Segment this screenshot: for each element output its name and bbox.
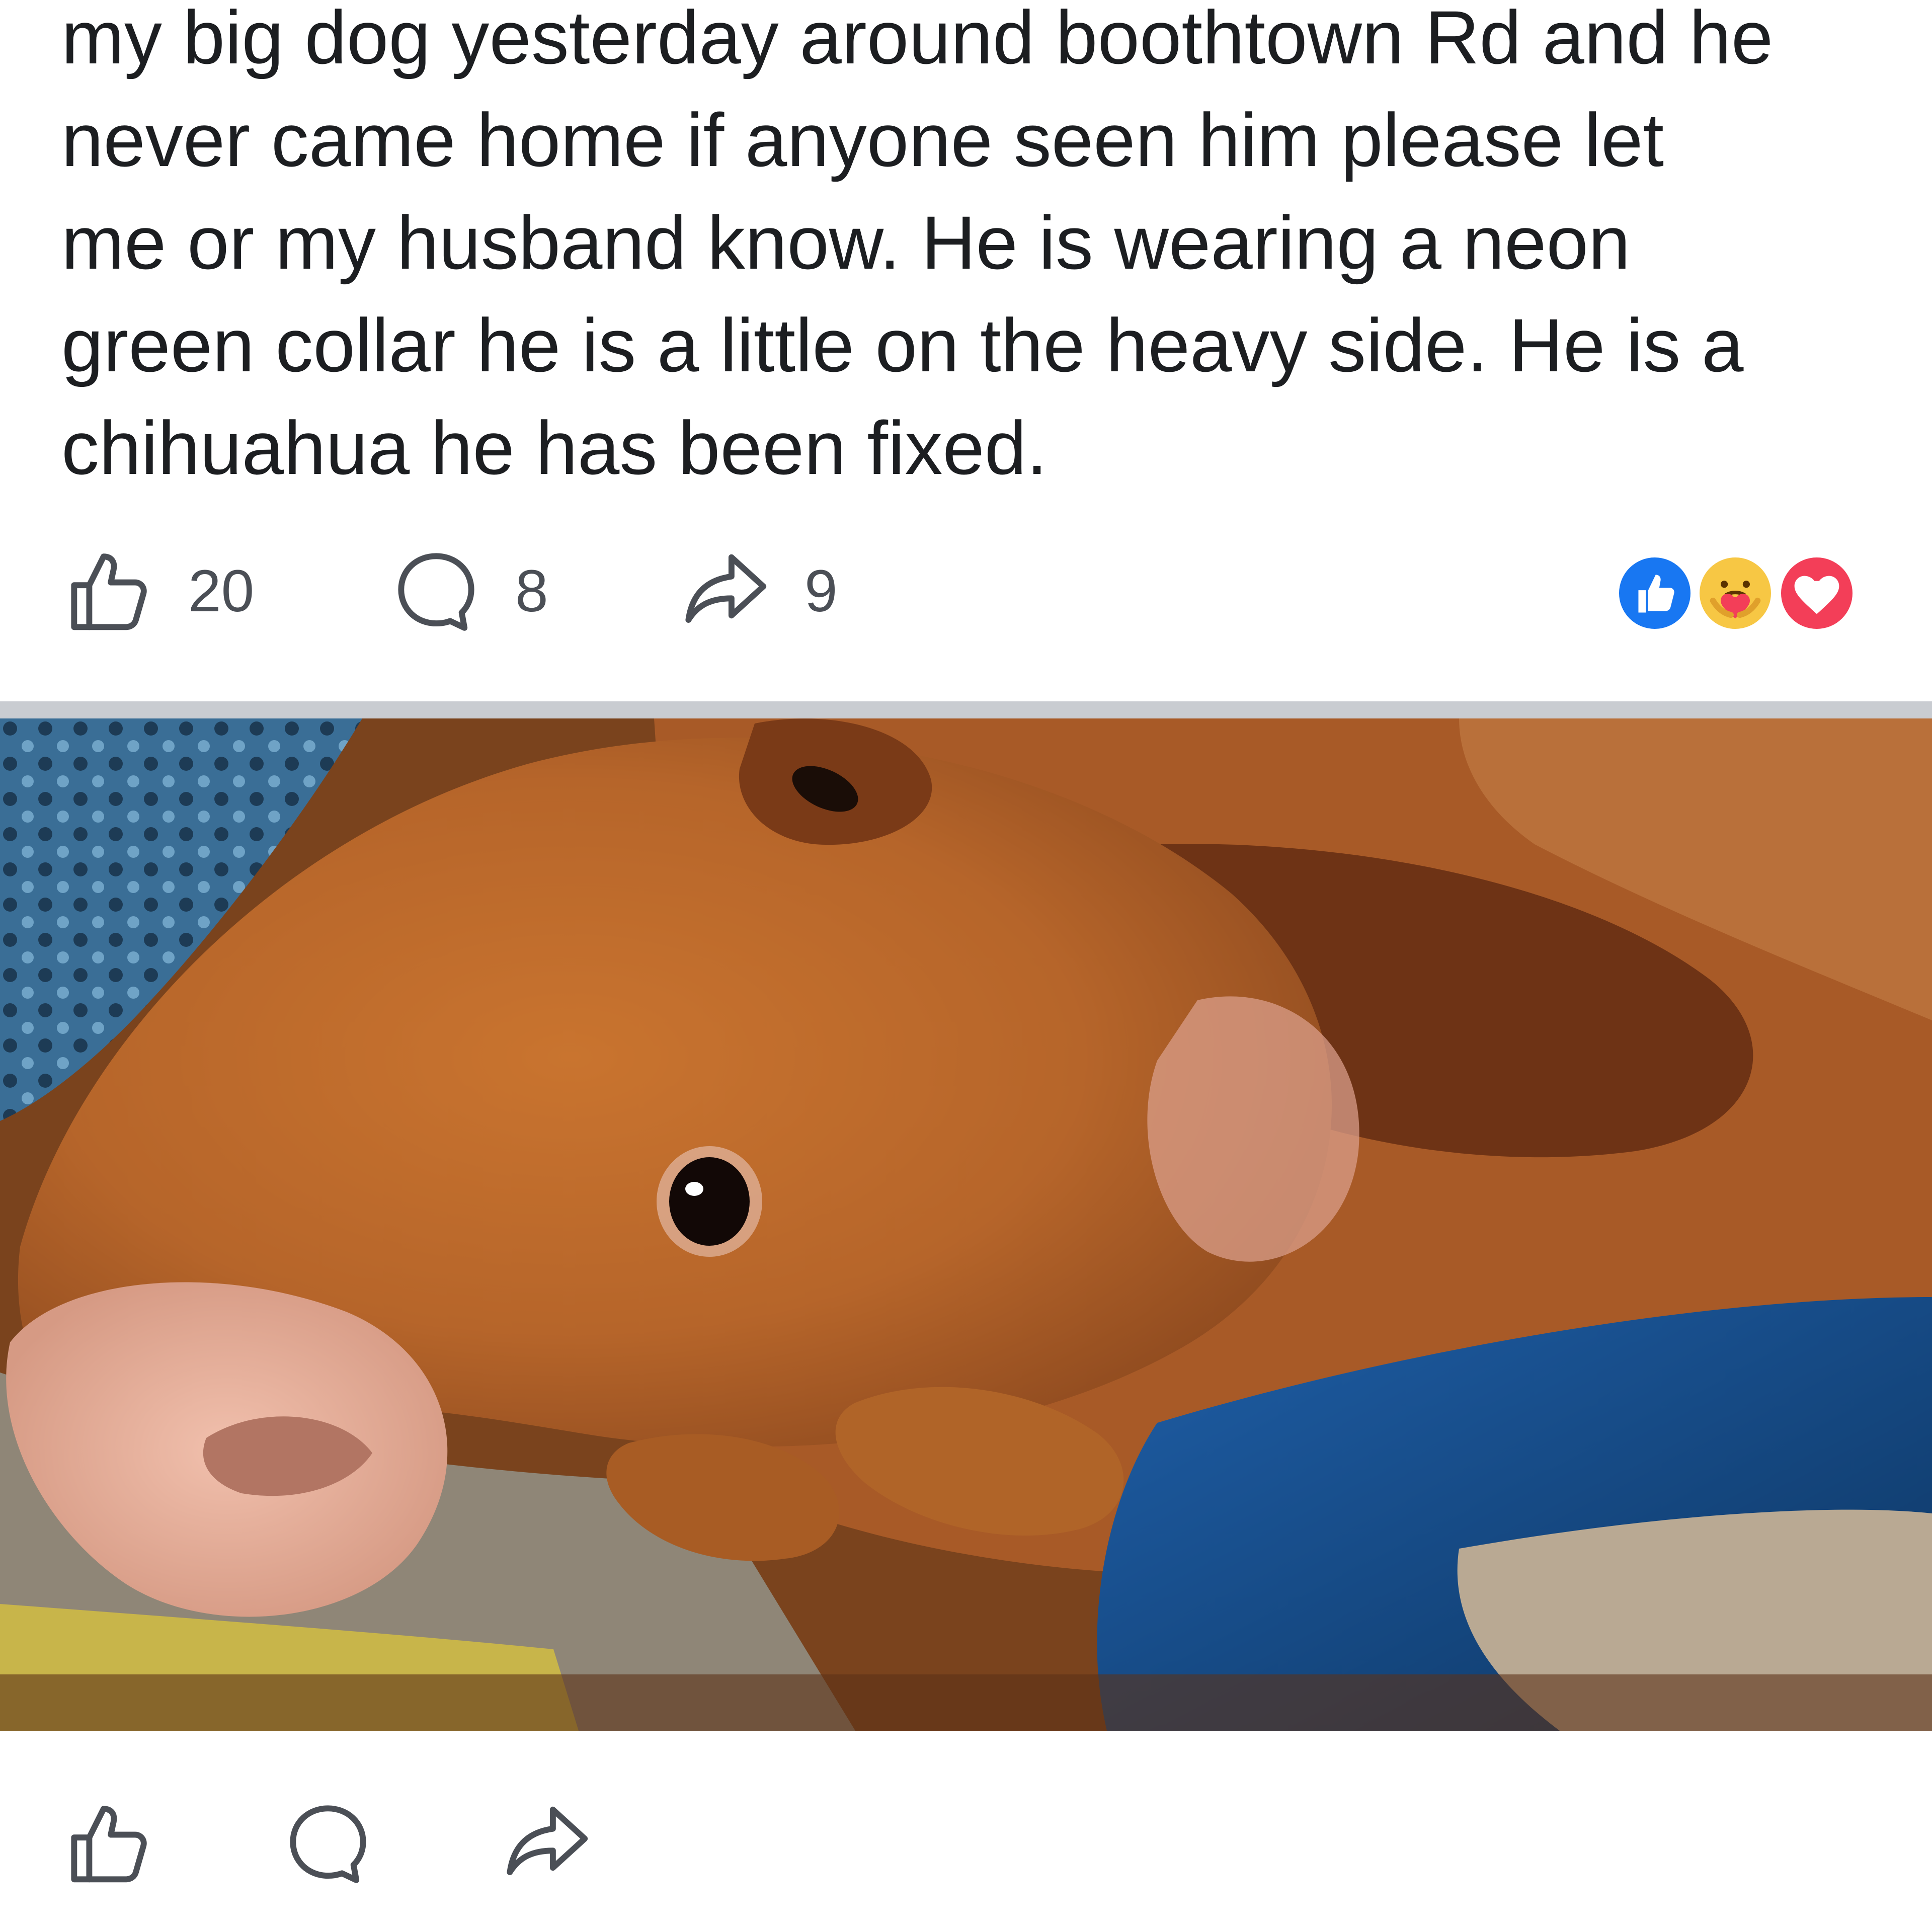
comment-count: 8 bbox=[515, 558, 548, 624]
comment-button[interactable]: 8 bbox=[388, 543, 678, 639]
care-icon bbox=[1695, 552, 1776, 634]
post-action-bar: 20 8 9 bbox=[61, 541, 838, 641]
photo-action-bar bbox=[61, 1793, 595, 1894]
dog-photo bbox=[0, 718, 1932, 1731]
share-arrow-icon bbox=[678, 543, 773, 639]
post-text-line: my big dog yesterday around boothtown Rd… bbox=[61, 0, 1774, 79]
love-icon bbox=[1776, 552, 1858, 634]
post-text-line: chihuahua he has been fixed. bbox=[61, 406, 1048, 490]
share-count: 9 bbox=[804, 558, 838, 624]
thumbs-up-icon bbox=[61, 543, 157, 639]
comment-bubble-icon bbox=[388, 543, 484, 639]
post-text-line: never came home if anyone seen him pleas… bbox=[61, 98, 1664, 182]
post-photo[interactable] bbox=[0, 718, 1932, 1731]
feed-screen: my big dog yesterday around boothtown Rd… bbox=[0, 0, 1932, 1932]
photo-comment-button[interactable] bbox=[280, 1796, 499, 1891]
photo-share-button[interactable] bbox=[499, 1796, 595, 1891]
post-text-line: me or my husband know. He is wearing a n… bbox=[61, 200, 1631, 285]
like-button[interactable]: 20 bbox=[61, 543, 388, 639]
share-button[interactable]: 9 bbox=[678, 543, 838, 639]
reaction-summary[interactable] bbox=[1614, 547, 1866, 638]
post-text: my big dog yesterday around boothtown Rd… bbox=[61, 0, 1883, 499]
comment-bubble-icon bbox=[280, 1796, 376, 1891]
post-text-line: green collar he is a little on the heavy… bbox=[61, 303, 1744, 387]
like-icon bbox=[1614, 552, 1696, 634]
thumbs-up-icon bbox=[61, 1796, 157, 1891]
like-count: 20 bbox=[188, 558, 255, 624]
post-divider bbox=[0, 701, 1932, 718]
share-arrow-icon bbox=[499, 1796, 595, 1891]
photo-like-button[interactable] bbox=[61, 1796, 280, 1891]
